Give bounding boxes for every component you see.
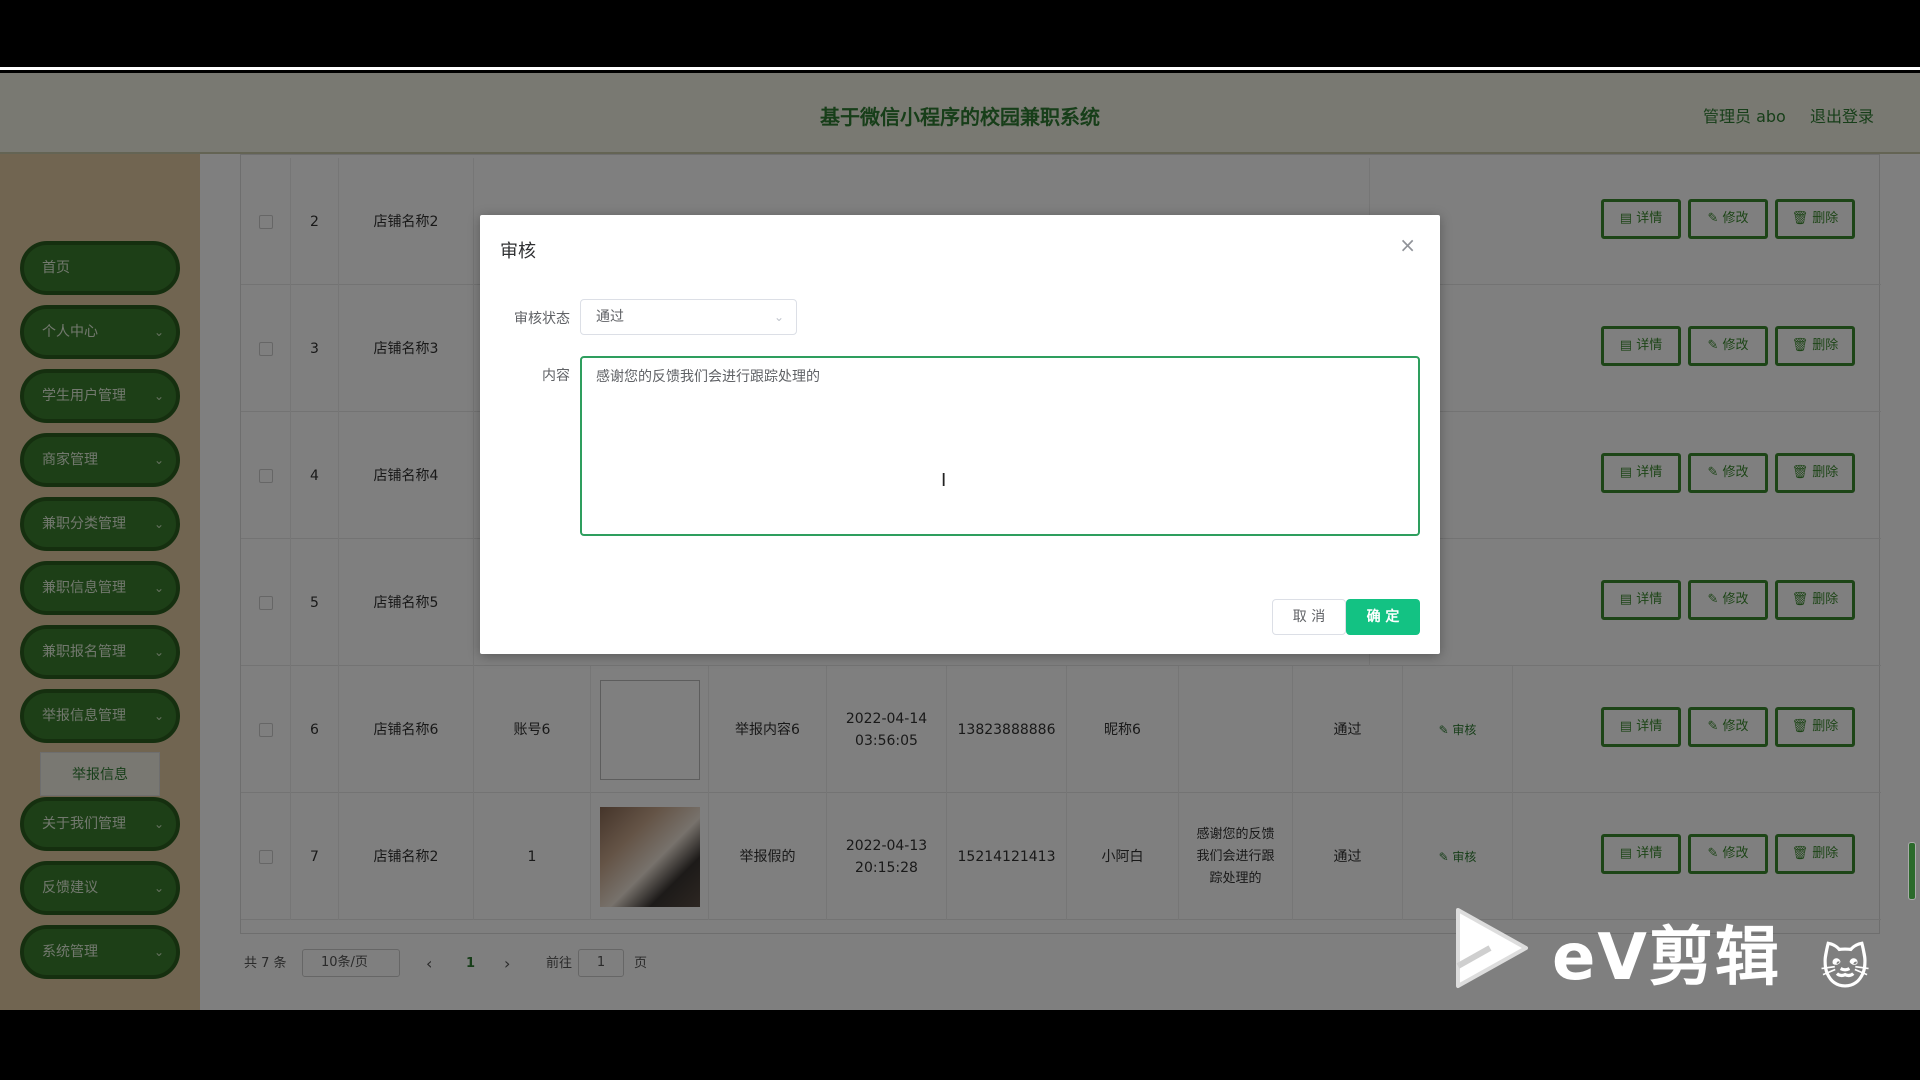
text-cursor-icon: I: [941, 470, 947, 491]
video-watermark: eV剪辑 🐱: [1450, 900, 1910, 1010]
content-textarea[interactable]: 感谢您的反馈我们会进行跟踪处理的: [580, 356, 1420, 536]
play-logo-icon: [1456, 908, 1528, 988]
app-window: 基于微信小程序的校园兼职系统 管理员 abo 退出登录 首页 个人中心⌄ 学生用…: [0, 73, 1920, 1010]
select-value: 通过: [596, 309, 624, 325]
video-top-bar: [0, 0, 1920, 70]
content-label: 内容: [542, 368, 570, 384]
chevron-down-icon: ⌄: [773, 310, 784, 324]
video-bottom-bar: [0, 1010, 1920, 1080]
confirm-button[interactable]: 确 定: [1346, 599, 1420, 635]
close-icon[interactable]: ×: [1399, 233, 1416, 257]
audit-dialog: 审核 × 审核状态 通过 ⌄ 内容 感谢您的反馈我们会进行跟踪处理的 I 取 消…: [480, 215, 1440, 654]
audit-status-select[interactable]: 通过 ⌄: [580, 299, 797, 335]
cat-mascot-icon: 🐱: [1820, 940, 1871, 996]
status-label: 审核状态: [514, 311, 570, 327]
watermark-text: eV剪辑: [1552, 921, 1781, 995]
dialog-title: 审核: [500, 241, 536, 262]
side-indicator: [1908, 842, 1916, 900]
cancel-button[interactable]: 取 消: [1272, 599, 1346, 635]
